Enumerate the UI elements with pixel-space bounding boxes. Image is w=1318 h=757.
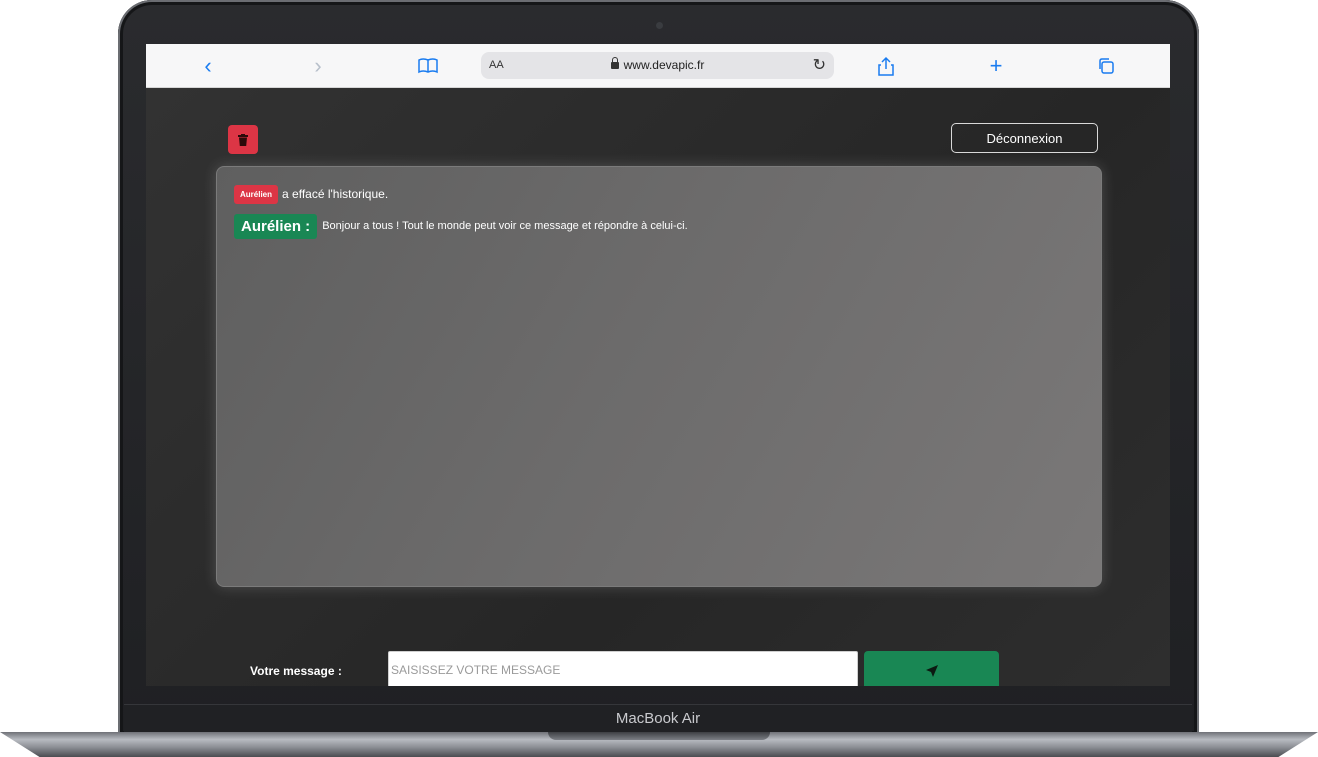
- system-event-text: a effacé l'historique.: [282, 187, 389, 201]
- browser-toolbar: ‹ › AA www.devapic.fr ↻ +: [146, 44, 1170, 88]
- trash-icon: [238, 133, 248, 146]
- send-icon: [925, 664, 938, 677]
- user-badge: Aurélien: [234, 184, 279, 204]
- send-button[interactable]: [864, 651, 999, 686]
- model-label: MacBook Air: [615, 710, 701, 727]
- laptop-chin: MacBook Air: [124, 704, 1192, 735]
- url-value: www.devapic.fr: [623, 58, 705, 72]
- compose-label: Votre message :: [250, 664, 342, 678]
- system-event: Aurélien a effacé l'historique.: [234, 184, 388, 204]
- reload-icon[interactable]: ↻: [813, 55, 826, 75]
- chat-history: Aurélien a effacé l'historique. Aurélien…: [216, 166, 1102, 587]
- chat-app: Déconnexion Aurélien a effacé l'historiq…: [146, 88, 1170, 686]
- laptop-notch: [548, 732, 770, 740]
- screen: ‹ › AA www.devapic.fr ↻ + Déconnexion Au…: [146, 44, 1170, 686]
- clear-history-button[interactable]: [228, 125, 258, 154]
- lock-icon: [610, 57, 619, 69]
- bookmarks-icon[interactable]: [416, 54, 440, 78]
- camera: [656, 22, 663, 29]
- address-bar[interactable]: AA www.devapic.fr ↻: [481, 52, 834, 79]
- chat-message: Aurélien : Bonjour a tous ! Tout le mond…: [234, 213, 688, 239]
- message-text: Bonjour a tous ! Tout le monde peut voir…: [322, 220, 688, 232]
- author-badge: Aurélien :: [234, 213, 318, 239]
- message-input[interactable]: [388, 651, 858, 686]
- forward-icon[interactable]: ›: [306, 54, 330, 78]
- tabs-icon[interactable]: [1094, 54, 1118, 78]
- share-icon[interactable]: [874, 54, 898, 78]
- new-tab-icon[interactable]: +: [984, 54, 1008, 78]
- back-icon[interactable]: ‹: [196, 54, 220, 78]
- logout-button[interactable]: Déconnexion: [951, 123, 1098, 153]
- url-text: www.devapic.fr: [481, 57, 834, 72]
